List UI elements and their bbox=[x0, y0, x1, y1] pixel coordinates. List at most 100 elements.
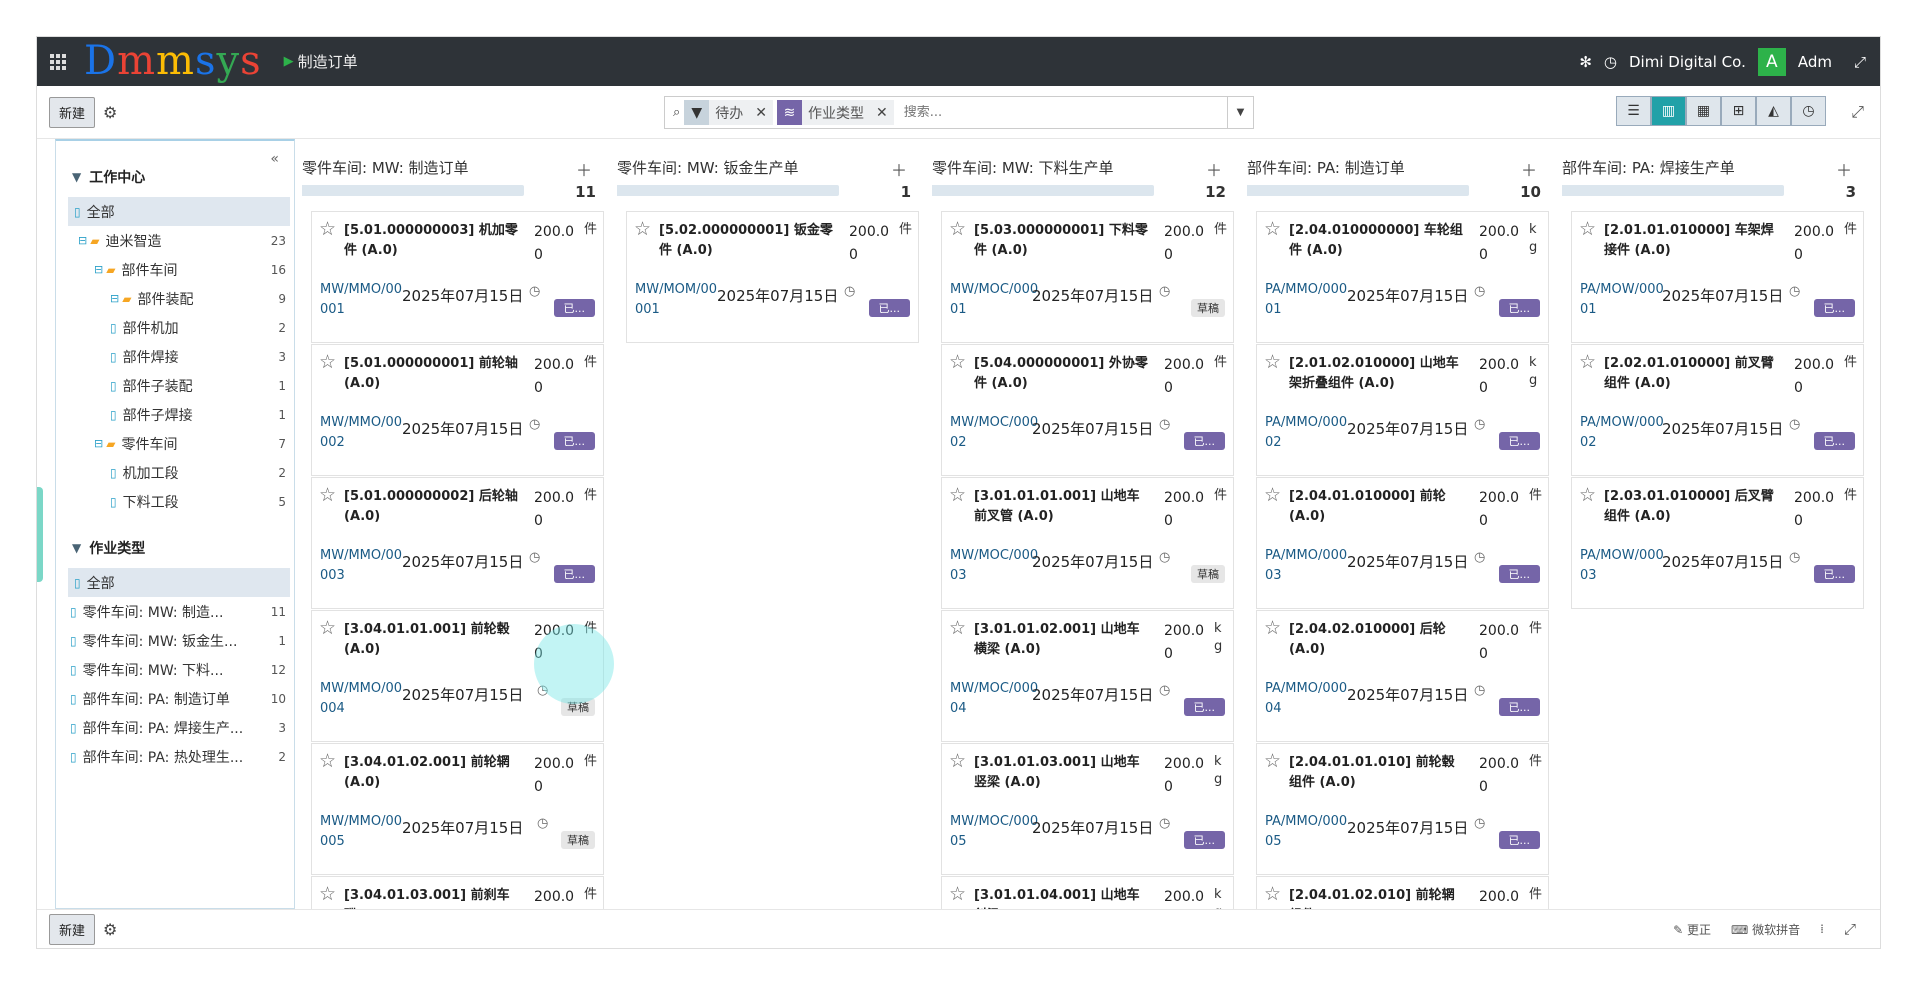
column-progressbar[interactable] bbox=[617, 185, 839, 196]
facet-remove-icon[interactable]: ✕ bbox=[870, 105, 894, 121]
list-view-icon[interactable]: ☰ bbox=[1616, 96, 1651, 126]
clock-icon[interactable]: ◷ bbox=[1159, 284, 1170, 299]
status-badge[interactable]: 已... bbox=[553, 299, 595, 317]
clock-icon[interactable]: ◷ bbox=[1159, 683, 1170, 698]
kanban-card[interactable]: ☆[3.04.01.03.001] 前刹车碟 (A.0)200.00件MW/MM… bbox=[311, 876, 604, 909]
kanban-card[interactable]: ☆ [2.04.010000000] 车轮组件 (A.0) 200.00 kg PA/M… bbox=[1256, 211, 1549, 343]
expand-icon[interactable]: ⤢ bbox=[1844, 920, 1856, 938]
kanban-card[interactable]: ☆ [5.01.000000003] 机加零件 (A.0) 200.00 件 MW/MM… bbox=[311, 211, 604, 343]
gear-icon[interactable]: ⚙ bbox=[103, 920, 117, 939]
kanban-card[interactable]: ☆ [3.04.01.02.001] 前轮辋 (A.0) 200.00 件 MW/MMO… bbox=[311, 743, 604, 875]
expand-icon[interactable]: ⤢ bbox=[1851, 102, 1864, 122]
user-menu[interactable]: Adm bbox=[1798, 53, 1832, 71]
star-icon[interactable]: ☆ bbox=[949, 617, 966, 639]
status-badge[interactable]: 草稿 bbox=[561, 831, 595, 849]
brand-logo[interactable]: Dmmsys bbox=[84, 37, 262, 86]
kanban-card[interactable]: ☆ [2.04.01.01.010] 前轮毂组件 (A.0) 200.00 件 PA/M… bbox=[1256, 743, 1549, 875]
clock-icon[interactable]: ◷ bbox=[529, 417, 540, 432]
ime-pinyin[interactable]: ⌨ 微软拼音 bbox=[1731, 921, 1800, 938]
optype-item[interactable]: ▯ 部件车间: PA: 热处理生... 2 bbox=[56, 742, 294, 771]
status-badge[interactable]: 草稿 bbox=[1191, 565, 1225, 583]
kanban-card[interactable]: ☆ [5.02.000000001] 钣金零件 (A.0) 200.00 件 MW/MO… bbox=[626, 211, 919, 343]
star-icon[interactable]: ☆ bbox=[634, 218, 651, 240]
status-badge[interactable]: 已... bbox=[1813, 565, 1855, 583]
kanban-card[interactable]: ☆ [3.01.01.02.001] 山地车横梁 (A.0) 200.00 kg MW/… bbox=[941, 610, 1234, 742]
optype-item[interactable]: ▯ 零件车间: MW: 下料... 12 bbox=[56, 655, 294, 684]
star-icon[interactable]: ☆ bbox=[949, 351, 966, 373]
kanban-card[interactable]: ☆ [5.01.000000001] 前轮轴 (A.0) 200.00 件 MW/MMO… bbox=[311, 344, 604, 476]
clock-icon[interactable]: ◷ bbox=[529, 284, 540, 299]
facet-remove-icon[interactable]: ✕ bbox=[749, 105, 773, 121]
status-badge[interactable]: 已... bbox=[1498, 831, 1540, 849]
status-badge[interactable]: 已... bbox=[1813, 432, 1855, 450]
column-progressbar[interactable] bbox=[1562, 185, 1784, 196]
star-icon[interactable]: ☆ bbox=[1579, 218, 1596, 240]
star-icon[interactable]: ☆ bbox=[319, 351, 336, 373]
bug-icon[interactable]: ✻ bbox=[1579, 53, 1592, 71]
quick-create-icon[interactable]: ＋ bbox=[1836, 157, 1852, 181]
kanban-card[interactable]: ☆[2.04.01.02.010] 前轮辋组件 (A.0)200.00件PA/M… bbox=[1256, 876, 1549, 909]
collapse-panel-icon[interactable]: « bbox=[270, 151, 279, 167]
clock-icon[interactable]: ◷ bbox=[1474, 816, 1485, 831]
star-icon[interactable]: ☆ bbox=[1264, 750, 1281, 772]
calendar-view-icon[interactable]: ▦ bbox=[1686, 96, 1721, 126]
clock-icon[interactable]: ◷ bbox=[1159, 550, 1170, 565]
quick-create-icon[interactable]: ＋ bbox=[576, 157, 592, 181]
workcenter-item[interactable]: ▯ 机加工段 2 bbox=[56, 458, 294, 487]
tree-toggle-icon[interactable]: ⊟ bbox=[94, 437, 103, 450]
optype-item[interactable]: ▯ 部件车间: PA: 制造订单 10 bbox=[56, 684, 294, 713]
fullscreen-icon[interactable]: ⤢ bbox=[1854, 53, 1866, 71]
pivot-view-icon[interactable]: ⊞ bbox=[1721, 96, 1756, 126]
avatar[interactable]: A bbox=[1757, 47, 1786, 76]
resize-grip-icon[interactable]: ⁞ bbox=[1820, 922, 1824, 936]
status-badge[interactable]: 已... bbox=[1183, 831, 1225, 849]
star-icon[interactable]: ☆ bbox=[1579, 484, 1596, 506]
optype-item[interactable]: ▯ 全部 bbox=[68, 568, 290, 597]
kanban-card[interactable]: ☆ [2.03.01.010000] 后叉臂组件 (A.0) 200.00 件 PA/M… bbox=[1571, 477, 1864, 609]
clock-icon[interactable]: ◷ bbox=[1789, 550, 1800, 565]
ime-correction[interactable]: ✎ 更正 bbox=[1673, 921, 1711, 938]
status-badge[interactable]: 已... bbox=[1183, 698, 1225, 716]
workcenter-item[interactable]: ▯ 下料工段 5 bbox=[56, 487, 294, 516]
status-badge[interactable]: 已... bbox=[553, 432, 595, 450]
status-badge[interactable]: 已... bbox=[1498, 299, 1540, 317]
sidebar-handle[interactable] bbox=[37, 487, 43, 582]
status-badge[interactable]: 已... bbox=[1813, 299, 1855, 317]
clock-icon[interactable]: ◷ bbox=[1159, 816, 1170, 831]
column-title[interactable]: 部件车间: PA: 焊接生产单 bbox=[1562, 159, 1735, 177]
status-badge[interactable]: 已... bbox=[1498, 432, 1540, 450]
star-icon[interactable]: ☆ bbox=[1264, 883, 1281, 905]
workcenter-item[interactable]: ▯ 全部 bbox=[68, 197, 290, 226]
tree-toggle-icon[interactable]: ⊟ bbox=[110, 292, 119, 305]
star-icon[interactable]: ☆ bbox=[1579, 351, 1596, 373]
graph-view-icon[interactable]: ◭ bbox=[1756, 96, 1791, 126]
search-dropdown-toggle[interactable]: ▼ bbox=[1227, 97, 1253, 128]
tree-toggle-icon[interactable]: ⊟ bbox=[94, 263, 103, 276]
clock-icon[interactable]: ◷ bbox=[1789, 417, 1800, 432]
column-progressbar[interactable] bbox=[1247, 185, 1469, 196]
star-icon[interactable]: ☆ bbox=[319, 750, 336, 772]
column-title[interactable]: 零件车间: MW: 下料生产单 bbox=[932, 159, 1114, 177]
quick-create-icon[interactable]: ＋ bbox=[1206, 157, 1222, 181]
star-icon[interactable]: ☆ bbox=[949, 883, 966, 905]
workcenter-item[interactable]: ⊟ ▰ 部件装配 9 bbox=[56, 284, 294, 313]
star-icon[interactable]: ☆ bbox=[319, 218, 336, 240]
clock-icon[interactable]: ◷ bbox=[1474, 550, 1485, 565]
star-icon[interactable]: ☆ bbox=[1264, 617, 1281, 639]
clock-icon[interactable]: ◷ bbox=[1789, 284, 1800, 299]
workcenter-item[interactable]: ▯ 部件子焊接 1 bbox=[56, 400, 294, 429]
kanban-card[interactable]: ☆ [2.01.02.010000] 山地车架折叠组件 (A.0) 200.00 kg… bbox=[1256, 344, 1549, 476]
column-title[interactable]: 部件车间: PA: 制造订单 bbox=[1247, 159, 1405, 177]
star-icon[interactable]: ☆ bbox=[949, 484, 966, 506]
column-title[interactable]: 零件车间: MW: 制造订单 bbox=[302, 159, 469, 177]
new-button[interactable]: 新建 bbox=[49, 96, 96, 128]
status-badge[interactable]: 草稿 bbox=[1191, 299, 1225, 317]
kanban-card[interactable]: ☆ [5.04.000000001] 外协零件 (A.0) 200.00 件 MW/MO… bbox=[941, 344, 1234, 476]
activity-clock-icon[interactable]: ◷ bbox=[1604, 53, 1617, 71]
clock-icon[interactable]: ◷ bbox=[529, 550, 540, 565]
kanban-view-icon[interactable]: ▥ bbox=[1651, 96, 1686, 126]
apps-menu-icon[interactable] bbox=[50, 53, 66, 70]
breadcrumb[interactable]: ▶ 制造订单 bbox=[284, 51, 358, 72]
optype-item[interactable]: ▯ 部件车间: PA: 焊接生产... 3 bbox=[56, 713, 294, 742]
search-input[interactable] bbox=[903, 105, 1227, 120]
